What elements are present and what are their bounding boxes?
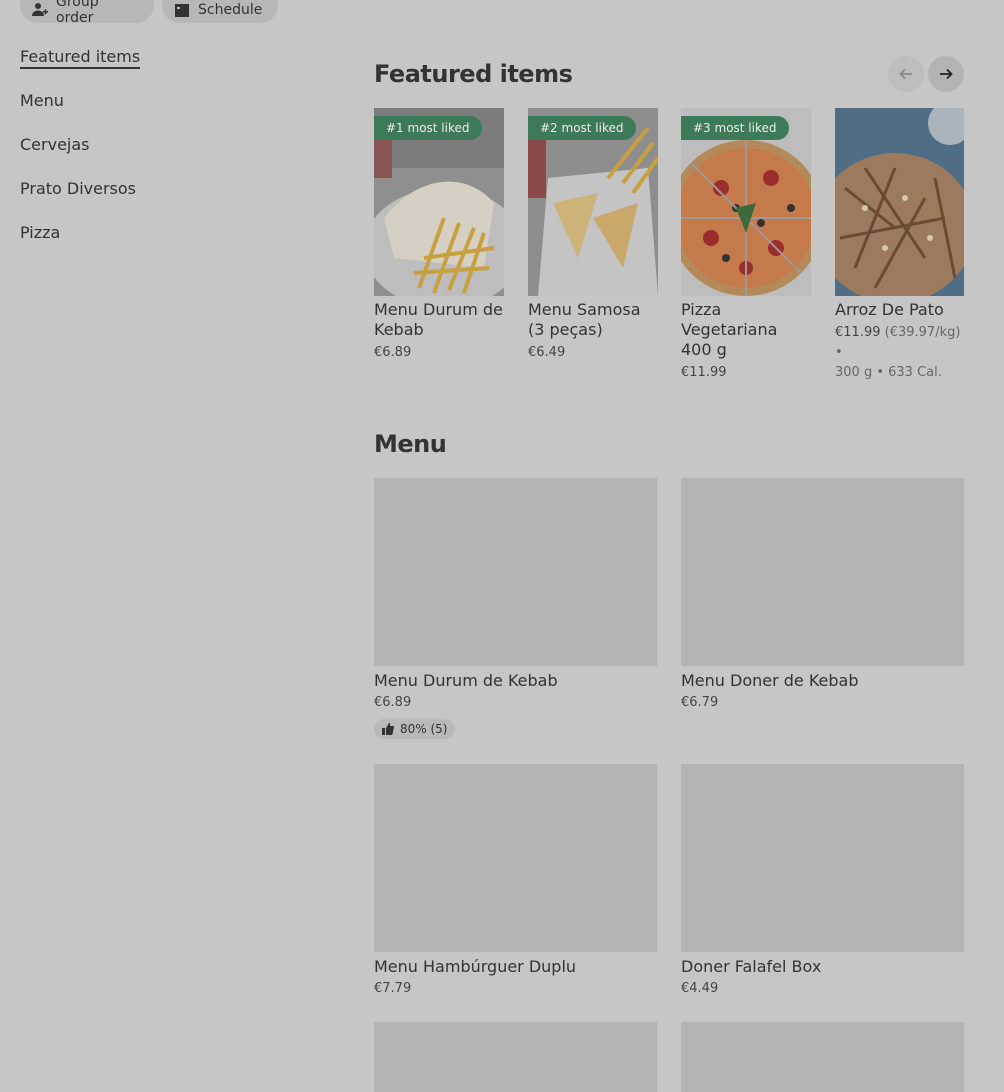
menu-item-image-placeholder	[374, 1022, 657, 1092]
most-liked-badge: #2 most liked	[528, 116, 636, 140]
menu-item-card[interactable]	[374, 1022, 657, 1092]
featured-item-card[interactable]: #3 most liked Pizza Vegetariana 400 g €1…	[681, 108, 811, 383]
featured-item-price: €11.99	[835, 325, 881, 340]
featured-item-image: #1 most liked	[374, 108, 504, 296]
menu-item-image-placeholder	[374, 764, 657, 952]
featured-item-image	[835, 108, 964, 296]
featured-item-name: Menu Samosa (3 peças)	[528, 300, 641, 339]
group-order-button[interactable]: Group order	[20, 0, 154, 26]
featured-item-price: €11.99	[681, 365, 727, 380]
sidebar-item-label: Menu	[20, 91, 64, 110]
menu-item-card[interactable]: Menu Durum de Kebab €6.89 80% (5)	[374, 478, 657, 739]
featured-item-name: Pizza Vegetariana 400 g	[681, 300, 778, 359]
carousel-next-button[interactable]	[928, 56, 964, 92]
sidebar-item-cervejas[interactable]: Cervejas	[20, 134, 220, 178]
featured-item-image: #2 most liked	[528, 108, 658, 296]
menu-item-price: €6.79	[681, 695, 719, 710]
schedule-label: Schedule	[198, 1, 263, 18]
sidebar-item-featured-items[interactable]: Featured items	[20, 46, 220, 90]
menu-item-image-placeholder	[681, 764, 964, 952]
menu-item-name: Menu Durum de Kebab	[374, 671, 558, 690]
featured-item-card[interactable]: #2 most liked Menu Samosa (3 peças) €6.4…	[528, 108, 658, 363]
most-liked-badge: #1 most liked	[374, 116, 482, 140]
sidebar-item-label: Prato Diversos	[20, 179, 137, 198]
menu-item-name: Menu Hambúrguer Duplu	[374, 957, 577, 976]
menu-item-name: Menu Doner de Kebab	[681, 671, 859, 690]
calendar-icon	[174, 2, 190, 18]
featured-item-price: €6.49	[528, 345, 566, 360]
menu-item-card[interactable]	[681, 1022, 964, 1092]
menu-item-card[interactable]: Menu Hambúrguer Duplu €7.79	[374, 764, 657, 999]
menu-item-image-placeholder	[681, 478, 964, 666]
featured-item-card[interactable]: #1 most liked Menu Durum de Kebab €6.89	[374, 108, 504, 363]
menu-item-price: €4.49	[681, 981, 719, 996]
most-liked-badge: #3 most liked	[681, 116, 789, 140]
sidebar-item-pizza[interactable]: Pizza	[20, 222, 220, 266]
menu-item-price: €6.89	[374, 695, 412, 710]
menu-item-card[interactable]: Menu Doner de Kebab €6.79	[681, 478, 964, 713]
menu-section-title: Menu	[374, 430, 447, 458]
menu-item-price: €7.79	[374, 981, 412, 996]
category-sidebar: Featured items Menu Cervejas Prato Diver…	[20, 46, 220, 266]
menu-item-image-placeholder	[374, 478, 657, 666]
featured-item-name: Menu Durum de Kebab	[374, 300, 503, 339]
arrow-right-icon	[940, 68, 953, 80]
menu-item-image-placeholder	[681, 1022, 964, 1092]
sidebar-item-label: Featured items	[20, 47, 141, 69]
rating-text: 80% (5)	[400, 722, 448, 736]
sidebar-item-prato-diversos[interactable]: Prato Diversos	[20, 178, 220, 222]
featured-items-title: Featured items	[374, 60, 573, 88]
menu-item-name: Doner Falafel Box	[681, 957, 822, 976]
featured-item-card[interactable]: Arroz De Pato €11.99 (€39.97/kg) • 300 g…	[835, 108, 964, 383]
rating-badge: 80% (5)	[374, 719, 456, 739]
featured-item-meta: 300 g • 633 Cal.	[835, 365, 942, 380]
menu-item-card[interactable]: Doner Falafel Box €4.49	[681, 764, 964, 999]
featured-item-name: Arroz De Pato	[835, 300, 944, 319]
thumbs-up-icon	[382, 723, 394, 735]
featured-item-image: #3 most liked	[681, 108, 811, 296]
featured-item-price: €6.89	[374, 345, 412, 360]
add-person-icon	[32, 2, 48, 18]
arrow-left-icon	[899, 68, 912, 80]
sidebar-item-menu[interactable]: Menu	[20, 90, 220, 134]
group-order-label: Group order	[56, 0, 99, 26]
schedule-button[interactable]: Schedule	[162, 0, 278, 23]
sidebar-item-label: Pizza	[20, 223, 61, 242]
sidebar-item-label: Cervejas	[20, 135, 90, 154]
carousel-prev-button[interactable]	[888, 56, 924, 92]
featured-item-price-line: €11.99 (€39.97/kg) •	[835, 323, 964, 363]
